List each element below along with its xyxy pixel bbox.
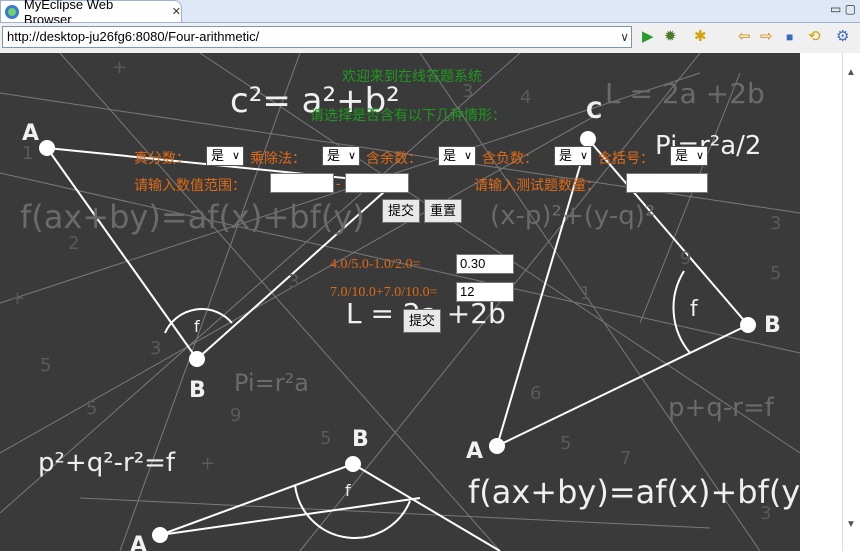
vertex-label: B xyxy=(352,427,369,452)
bg-number: 1 xyxy=(22,143,34,164)
bg-number: 3 xyxy=(288,271,300,292)
bg-number: 5 xyxy=(320,428,332,449)
submit-button[interactable]: 提交 xyxy=(382,199,420,223)
answer-input[interactable]: 12 xyxy=(456,282,514,302)
vertex-label: A xyxy=(130,533,148,551)
refresh-icon[interactable]: ⟲ xyxy=(808,29,821,45)
bg-number: 2 xyxy=(68,233,80,254)
browser-tab[interactable]: MyEclipse Web Browser ✕ xyxy=(0,0,182,27)
bg-number: 4 xyxy=(520,87,532,108)
favorites-icon[interactable]: ✱ xyxy=(694,29,707,45)
answer-input[interactable]: 0.30 xyxy=(456,254,514,274)
scroll-up-icon[interactable]: ▲ xyxy=(846,67,856,78)
angle-label: f xyxy=(194,317,200,336)
bg-number: 7 xyxy=(620,448,632,469)
bg-number: 1 xyxy=(580,283,592,304)
bg-number: + xyxy=(10,288,26,309)
chevron-down-icon: ∨ xyxy=(231,150,240,162)
question-expression: 7.0/10.0+7.0/10.0= xyxy=(330,285,438,300)
vertical-scrollbar[interactable]: ▲ ▼ xyxy=(800,53,860,551)
bg-number: + xyxy=(200,453,216,474)
url-text: http://desktop-ju26fg6:8080/Four-arithme… xyxy=(7,29,260,44)
bg-number: 5 xyxy=(40,355,52,376)
chevron-down-icon: ∨ xyxy=(463,150,472,162)
reset-button[interactable]: 重置 xyxy=(424,199,462,223)
formula-circle-faint: (x-p)²+(y-q)² xyxy=(490,201,656,231)
count-input[interactable] xyxy=(626,173,708,193)
range-label: 请输入数值范围： xyxy=(134,177,246,193)
stop-icon[interactable]: ■ xyxy=(786,29,793,45)
bg-number: 5 xyxy=(770,263,782,284)
range-min-input[interactable] xyxy=(270,173,334,193)
formula-linear: f(ax+by)=af(x)+bf(y) xyxy=(468,473,800,511)
count-label: 请输入测试题数量： xyxy=(474,177,600,193)
option-brackets-select[interactable]: 是 ∨ xyxy=(670,146,708,166)
address-bar: http://desktop-ju26fg6:8080/Four-arithme… xyxy=(0,23,860,53)
formula-perimeter-faint: L = 2a +2b xyxy=(605,77,765,110)
option-multiply-divide-select[interactable]: 是 ∨ xyxy=(322,146,360,166)
debug-icon[interactable]: ✹ xyxy=(664,29,677,45)
scrollbar-track[interactable] xyxy=(842,53,843,551)
formula-linear-faint: f(ax+by)=af(x)+bf(y) xyxy=(20,198,365,236)
welcome-text: 欢迎来到在线答题系统 xyxy=(342,68,482,84)
bg-number: 5 xyxy=(560,433,572,454)
url-input[interactable]: http://desktop-ju26fg6:8080/Four-arithme… xyxy=(2,26,632,48)
url-dropdown-icon[interactable]: ∨ xyxy=(620,27,629,47)
option-remainder-label: 含余数： xyxy=(366,150,422,166)
instruction-text: 请选择是否含有以下几种情形： xyxy=(310,107,506,123)
option-brackets-label: 含括号： xyxy=(598,150,654,166)
option-proper-fraction-label: 真分数： xyxy=(134,150,190,166)
option-multiply-divide-label: 乘除法： xyxy=(250,150,306,166)
bg-number: 3 xyxy=(150,338,162,359)
bg-number: 6 xyxy=(530,383,542,404)
answer-submit-button[interactable]: 提交 xyxy=(403,309,441,333)
option-negative-select[interactable]: 是 ∨ xyxy=(554,146,592,166)
settings-icon[interactable]: ⚙ xyxy=(836,29,849,45)
scroll-down-icon[interactable]: ▼ xyxy=(846,519,856,530)
page-content: c²= a²+b² L = 2a +2b f(ax+by)=af(x)+bf(y… xyxy=(0,53,800,551)
question-expression: 4.0/5.0-1.0/2.0= xyxy=(330,257,421,272)
vertex-label: A xyxy=(466,439,484,464)
range-separator: - xyxy=(336,175,341,191)
bg-number: 3 xyxy=(760,503,772,524)
bg-number: 9 xyxy=(680,248,692,269)
bg-number: 5 xyxy=(86,398,98,419)
browser-tab-bar: MyEclipse Web Browser ✕ ▭ ▢ xyxy=(0,0,860,27)
vertex-label: C xyxy=(586,99,603,124)
tab-close-icon[interactable]: ✕ xyxy=(172,5,181,18)
back-icon[interactable]: ⇦ xyxy=(738,29,751,45)
chevron-down-icon: ∨ xyxy=(579,150,588,162)
vertex-label: B xyxy=(189,378,206,403)
go-icon[interactable]: ▶ xyxy=(642,29,654,45)
option-negative-label: 含负数： xyxy=(482,150,538,166)
formula-pq: p²+q²-r²=f xyxy=(38,448,176,478)
angle-label: f xyxy=(690,297,698,322)
window-buttons[interactable]: ▭ ▢ xyxy=(830,2,856,16)
bg-number: 9 xyxy=(230,405,242,426)
range-max-input[interactable] xyxy=(345,173,409,193)
angle-label: f xyxy=(345,481,351,500)
chevron-down-icon: ∨ xyxy=(695,150,704,162)
vertex-label: B xyxy=(764,313,781,338)
browser-globe-icon xyxy=(5,4,19,19)
chevron-down-icon: ∨ xyxy=(347,150,356,162)
forward-icon[interactable]: ⇨ xyxy=(760,29,773,45)
option-proper-fraction-select[interactable]: 是 ∨ xyxy=(206,146,244,166)
formula-pi-faint: Pi=r²a xyxy=(234,369,309,397)
bg-number: + xyxy=(112,57,128,78)
bg-number: 3 xyxy=(770,213,782,234)
option-remainder-select[interactable]: 是 ∨ xyxy=(438,146,476,166)
formula-pqr-faint: p+q-r=f xyxy=(668,393,774,423)
